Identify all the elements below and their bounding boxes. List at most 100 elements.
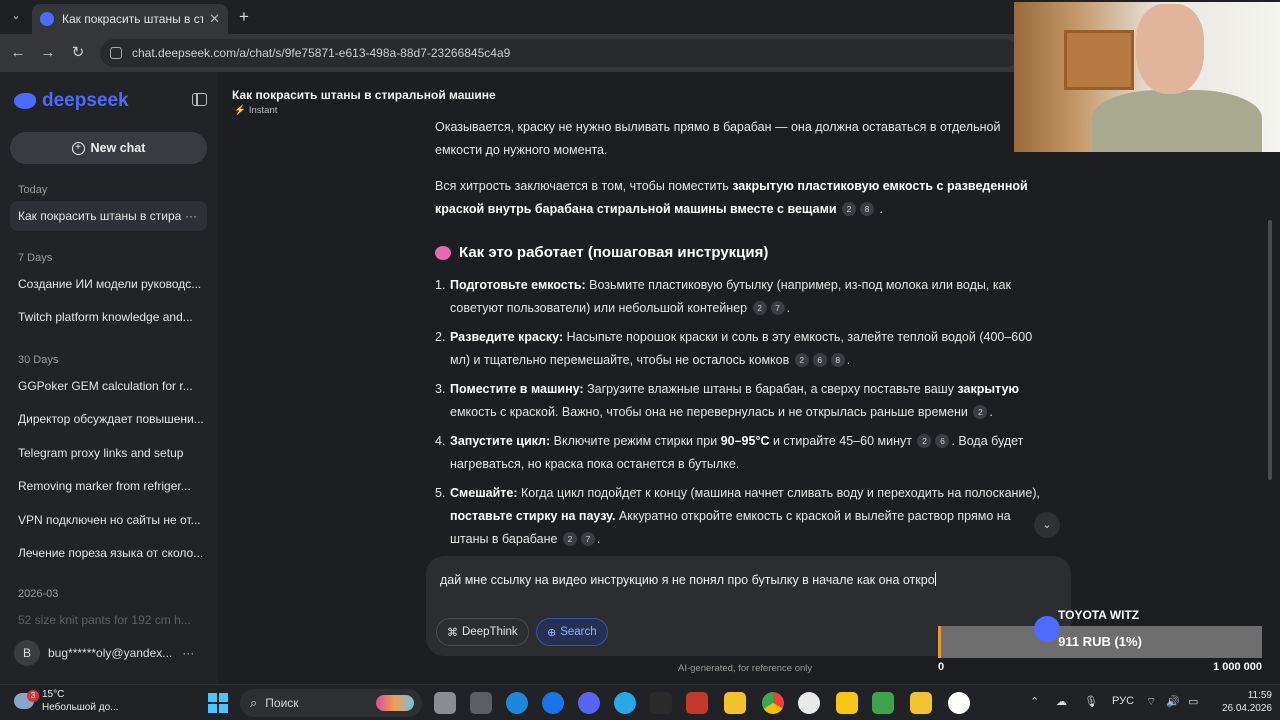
search-toggle[interactable]: ⊕ Search bbox=[536, 618, 608, 646]
app-icon[interactable] bbox=[650, 692, 672, 714]
deepseek-logo[interactable]: deepseek bbox=[14, 90, 129, 112]
task-view-icon[interactable] bbox=[434, 692, 456, 714]
sidebar-collapse-icon[interactable] bbox=[192, 93, 207, 106]
donation-avatar-icon bbox=[1034, 616, 1060, 642]
folder-icon[interactable] bbox=[910, 692, 932, 714]
message-input[interactable]: дай мне ссылку на видео инструкцию я не … bbox=[440, 572, 936, 587]
assistant-message: Оказывается, краску не нужно выливать пр… bbox=[435, 116, 1050, 557]
reload-icon[interactable]: ↻ bbox=[68, 43, 88, 63]
text: Загрузите влажные штаны в барабан, а све… bbox=[583, 382, 958, 396]
weather-widget[interactable]: 3 15°C Небольшой до... bbox=[14, 688, 118, 714]
back-icon[interactable]: ← bbox=[8, 43, 28, 63]
citation-badge[interactable]: 2 bbox=[562, 532, 577, 546]
edge-icon[interactable] bbox=[506, 692, 528, 714]
chat-item-label: VPN подключен но сайты не от... bbox=[18, 513, 201, 527]
chat-item-label: Twitch platform knowledge and... bbox=[18, 310, 193, 324]
taskbar-search[interactable]: ⌕ Поиск bbox=[240, 689, 422, 717]
citation-badge[interactable]: 2 bbox=[842, 202, 857, 216]
system-clock[interactable]: 11:59 26.04.2026 bbox=[1212, 689, 1272, 715]
donation-title: TOYOTA WITZ bbox=[1058, 608, 1140, 622]
chat-item-label: Лечение пореза языка от сколо... bbox=[18, 546, 204, 560]
notification-app-icon[interactable] bbox=[948, 692, 970, 714]
webcam-cabinet bbox=[1064, 30, 1134, 90]
new-tab-button[interactable]: + bbox=[234, 7, 254, 27]
chat-options-icon[interactable]: ··· bbox=[185, 209, 197, 223]
citation-badge[interactable]: 8 bbox=[860, 202, 875, 216]
chat-item[interactable]: Создание ИИ модели руководс... bbox=[10, 269, 207, 299]
tab-close-icon[interactable]: ✕ bbox=[209, 11, 220, 27]
new-chat-button[interactable]: + New chat bbox=[10, 132, 207, 164]
donation-max-label: 1 000 000 bbox=[1213, 661, 1262, 673]
volume-icon[interactable]: 🔊 bbox=[1166, 695, 1180, 708]
section-today: Today bbox=[18, 184, 48, 196]
start-button[interactable] bbox=[208, 693, 228, 713]
yandex-browser-icon[interactable] bbox=[798, 692, 820, 714]
citation-badge[interactable]: 2 bbox=[794, 353, 809, 367]
microphone-icon[interactable]: 🎙 bbox=[1084, 695, 1098, 708]
keyboard-app-icon[interactable] bbox=[470, 692, 492, 714]
list-item: 1. Подготовьте емкость: Возьмите пластик… bbox=[435, 274, 1050, 320]
chat-item[interactable]: GGPoker GEM calculation for r... bbox=[10, 371, 207, 401]
address-bar[interactable]: chat.deepseek.com/a/chat/s/9fe75871-e613… bbox=[100, 39, 1020, 67]
bold-text: закрытую bbox=[957, 382, 1020, 396]
chrome-icon[interactable] bbox=[762, 692, 784, 714]
chevron-up-icon[interactable]: ⌃ bbox=[1030, 695, 1039, 708]
forward-icon[interactable]: → bbox=[38, 43, 58, 63]
deepthink-toggle[interactable]: ⌘ DeepThink bbox=[436, 618, 529, 646]
wifi-icon[interactable]: ⌔ bbox=[1146, 695, 1156, 709]
site-info-icon[interactable] bbox=[110, 47, 122, 59]
discord-icon[interactable] bbox=[578, 692, 600, 714]
telegram-icon[interactable] bbox=[614, 692, 636, 714]
list-item: 3. Поместите в машину: Загрузите влажные… bbox=[435, 378, 1050, 424]
chat-item-label: Директор обсуждает повышени... bbox=[18, 412, 204, 426]
user-menu-icon[interactable]: ··· bbox=[182, 646, 194, 660]
scrollbar[interactable] bbox=[1268, 220, 1272, 480]
deepthink-icon: ⌘ bbox=[447, 626, 458, 639]
tab-deepseek[interactable]: Как покрасить штаны в стирал ✕ bbox=[32, 4, 228, 34]
mode-label: Instant bbox=[248, 105, 278, 116]
red-app-icon[interactable] bbox=[686, 692, 708, 714]
user-profile[interactable]: B bug******oly@yandex... ··· bbox=[14, 640, 194, 666]
chat-main: Как покрасить штаны в стиральной машине … bbox=[218, 72, 1280, 684]
chat-item[interactable]: Telegram proxy links and setup bbox=[10, 438, 207, 468]
battery-icon[interactable]: ▭ bbox=[1188, 695, 1198, 708]
tab-list-icon[interactable]: ⌄ bbox=[8, 9, 24, 25]
step-number: 4. bbox=[435, 434, 446, 448]
input-value: дай мне ссылку на видео инструкцию я не … bbox=[440, 573, 935, 587]
citation-badge[interactable]: 6 bbox=[812, 353, 827, 367]
chat-item[interactable]: Директор обсуждает повышени... bbox=[10, 404, 207, 434]
globe-icon: ⊕ bbox=[547, 626, 557, 639]
list-item: 2. Разведите краску: Насыпьте порошок кр… bbox=[435, 326, 1050, 372]
tab-title: Как покрасить штаны в стирал bbox=[62, 12, 204, 26]
chat-item-active[interactable]: Как покрасить штаны в стира ··· bbox=[10, 201, 207, 231]
cloud-icon[interactable]: ☁ bbox=[1056, 695, 1067, 708]
green-app-icon[interactable] bbox=[872, 692, 894, 714]
citation-badge[interactable]: 2 bbox=[752, 301, 767, 315]
chat-item[interactable]: VPN подключен но сайты не от... bbox=[10, 505, 207, 535]
taskbar: 3 15°C Небольшой до... ⌕ Поиск ⌃ ☁ 🎙 РУС… bbox=[0, 684, 1280, 720]
deepseek-favicon-icon bbox=[40, 12, 54, 26]
sun-app-icon[interactable] bbox=[724, 692, 746, 714]
section-2026-03: 2026-03 bbox=[18, 588, 59, 600]
citation-badge[interactable]: 7 bbox=[580, 532, 595, 546]
chat-item[interactable]: 52 size knit pants for 192 cm h... bbox=[10, 605, 207, 635]
citation-badge[interactable]: 6 bbox=[935, 434, 950, 448]
citation-badge[interactable]: 2 bbox=[917, 434, 932, 448]
heading-text: Как это работает (пошаговая инструкция) bbox=[459, 244, 769, 261]
citation-badge[interactable]: 2 bbox=[973, 405, 988, 419]
clock-date: 26.04.2026 bbox=[1221, 703, 1272, 714]
bold-text: Смешайте: bbox=[450, 486, 518, 500]
citation-badge[interactable]: 7 bbox=[770, 301, 785, 315]
c-app-icon[interactable] bbox=[542, 692, 564, 714]
language-indicator[interactable]: РУС bbox=[1112, 695, 1134, 707]
citation-badge[interactable]: 8 bbox=[830, 353, 845, 367]
yellow-app-icon[interactable] bbox=[836, 692, 858, 714]
chat-item[interactable]: Twitch platform knowledge and... bbox=[10, 302, 207, 332]
chat-item[interactable]: Лечение пореза языка от сколо... bbox=[10, 538, 207, 568]
chat-item[interactable]: Removing marker from refriger... bbox=[10, 471, 207, 501]
step-number: 2. bbox=[435, 330, 446, 344]
scroll-down-icon[interactable]: ⌄ bbox=[1034, 512, 1060, 538]
plus-icon: + bbox=[71, 141, 85, 155]
chat-title: Как покрасить штаны в стиральной машине bbox=[232, 88, 496, 102]
bold-text: Подготовьте емкость: bbox=[450, 278, 586, 292]
